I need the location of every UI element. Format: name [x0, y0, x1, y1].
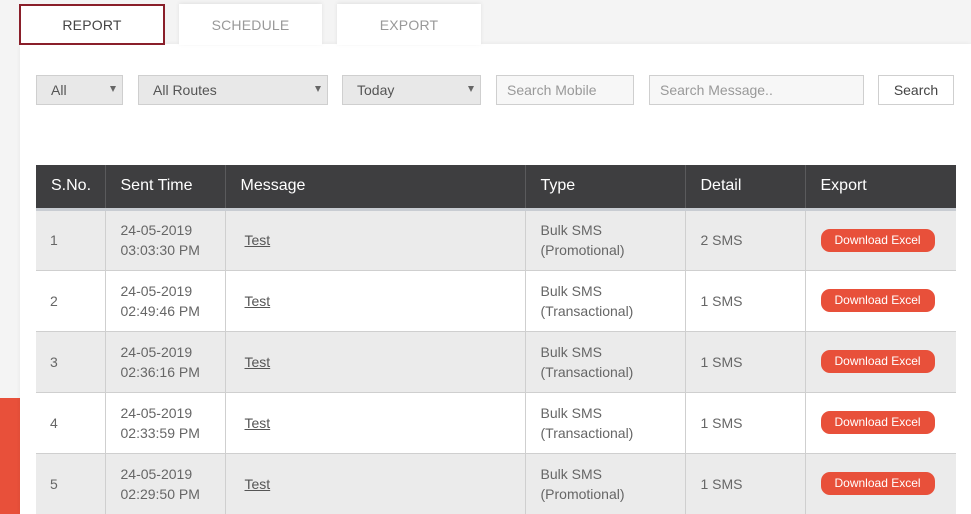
row-export: Download Excel — [805, 392, 956, 453]
row-sno: 2 — [36, 270, 106, 331]
table-row: 2 24-05-2019 02:49:46 PM Test Bulk SMS (Tr… — [36, 270, 956, 331]
row-type: Bulk SMS (Transactional) — [525, 331, 686, 392]
row-sent-time: 24-05-2019 02:36:16 PM — [105, 331, 226, 392]
type-name: Bulk SMS — [540, 222, 602, 238]
sent-date: 24-05-2019 — [120, 343, 193, 360]
message-link[interactable]: Test — [245, 476, 271, 492]
routes-select-value: All Routes — [153, 82, 217, 98]
row-sent-time: 24-05-2019 02:29:50 PM — [105, 453, 226, 514]
report-panel: All All Routes Today Search S.No. Sent T… — [20, 44, 971, 514]
column-header-detail: Detail — [685, 165, 806, 209]
row-type: Bulk SMS (Promotional) — [525, 209, 686, 270]
routes-select[interactable]: All Routes — [138, 75, 328, 105]
row-type: Bulk SMS (Transactional) — [525, 392, 686, 453]
sent-time: 02:33:59 PM — [120, 424, 200, 441]
column-header-export: Export — [820, 177, 867, 195]
row-export: Download Excel — [805, 209, 956, 270]
row-sno: 5 — [36, 453, 106, 514]
date-select-value: Today — [357, 82, 395, 98]
column-header-message: Message — [225, 165, 526, 209]
type-name: Bulk SMS — [540, 404, 602, 421]
chevron-down-icon — [315, 86, 321, 92]
status-select-value: All — [51, 82, 67, 98]
row-detail: 1 SMS — [685, 453, 806, 514]
row-detail: 2 SMS — [685, 209, 806, 270]
chevron-down-icon — [110, 86, 116, 92]
row-sent-time: 24-05-2019 03:03:30 PM — [105, 209, 226, 270]
row-sent-time: 24-05-2019 02:49:46 PM — [105, 270, 226, 331]
tab-export[interactable]: EXPORT — [337, 4, 481, 45]
column-header-sno: S.No. — [36, 165, 106, 209]
type-category: (Transactional) — [540, 424, 634, 441]
message-link[interactable]: Test — [245, 415, 271, 431]
message-link[interactable]: Test — [245, 354, 271, 370]
row-message: Test — [225, 331, 526, 392]
table-header: S.No. Sent Time Message Type Detail Expo… — [36, 165, 956, 209]
download-excel-button[interactable]: Download Excel — [820, 289, 935, 312]
table-row: 3 24-05-2019 02:36:16 PM Test Bulk SMS (Tr… — [36, 331, 956, 392]
search-button[interactable]: Search — [878, 75, 954, 105]
download-excel-button[interactable]: Download Excel — [820, 411, 935, 434]
tab-report[interactable]: REPORT — [19, 4, 165, 45]
row-type: Bulk SMS (Transactional) — [525, 270, 686, 331]
type-name: Bulk SMS — [540, 343, 602, 360]
chevron-down-icon — [468, 86, 474, 92]
table-row: 1 24-05-2019 03:03:30 PM Test Bulk SMS (Pr… — [36, 209, 956, 270]
row-message: Test — [225, 270, 526, 331]
row-type: Bulk SMS (Promotional) — [525, 453, 686, 514]
type-category: (Promotional) — [540, 242, 625, 258]
row-export: Download Excel — [805, 331, 956, 392]
sent-time: 02:29:50 PM — [120, 485, 200, 502]
column-header-sent-time: Sent Time — [105, 165, 226, 209]
table-row: 4 24-05-2019 02:33:59 PM Test Bulk SMS (Tr… — [36, 392, 956, 453]
row-detail: 1 SMS — [685, 392, 806, 453]
search-mobile-input[interactable] — [496, 75, 634, 105]
row-sno: 3 — [36, 331, 106, 392]
row-detail: 1 SMS — [685, 331, 806, 392]
date-select[interactable]: Today — [342, 75, 481, 105]
sent-date: 24-05-2019 — [120, 404, 193, 421]
search-message-input[interactable] — [649, 75, 864, 105]
row-sent-time: 24-05-2019 02:33:59 PM — [105, 392, 226, 453]
sent-date: 24-05-2019 — [120, 282, 193, 299]
row-detail: 1 SMS — [685, 270, 806, 331]
download-excel-button[interactable]: Download Excel — [820, 350, 935, 373]
report-table: S.No. Sent Time Message Type Detail Expo… — [36, 165, 956, 514]
type-category: (Promotional) — [540, 485, 625, 502]
type-name: Bulk SMS — [540, 282, 602, 299]
status-select[interactable]: All — [36, 75, 123, 105]
row-export: Download Excel — [805, 270, 956, 331]
sent-time: 03:03:30 PM — [120, 242, 200, 258]
download-excel-button[interactable]: Download Excel — [820, 472, 935, 495]
message-link[interactable]: Test — [245, 232, 271, 248]
table-row: 5 24-05-2019 02:29:50 PM Test Bulk SMS (Pr… — [36, 453, 956, 514]
message-link[interactable]: Test — [245, 293, 271, 309]
type-name: Bulk SMS — [540, 465, 602, 482]
tab-schedule[interactable]: SCHEDULE — [179, 4, 322, 45]
sent-date: 24-05-2019 — [120, 222, 193, 238]
download-excel-button[interactable]: Download Excel — [820, 228, 935, 252]
filter-bar: All All Routes Today Search — [20, 75, 971, 105]
row-sno: 1 — [36, 209, 106, 270]
row-message: Test — [225, 392, 526, 453]
type-category: (Transactional) — [540, 302, 634, 319]
sent-time: 02:49:46 PM — [120, 302, 200, 319]
sent-time: 02:36:16 PM — [120, 363, 200, 380]
row-message: Test — [225, 209, 526, 270]
sent-date: 24-05-2019 — [120, 465, 193, 482]
type-category: (Transactional) — [540, 363, 634, 380]
row-message: Test — [225, 453, 526, 514]
column-header-type: Type — [525, 165, 686, 209]
row-export: Download Excel — [805, 453, 956, 514]
row-sno: 4 — [36, 392, 106, 453]
